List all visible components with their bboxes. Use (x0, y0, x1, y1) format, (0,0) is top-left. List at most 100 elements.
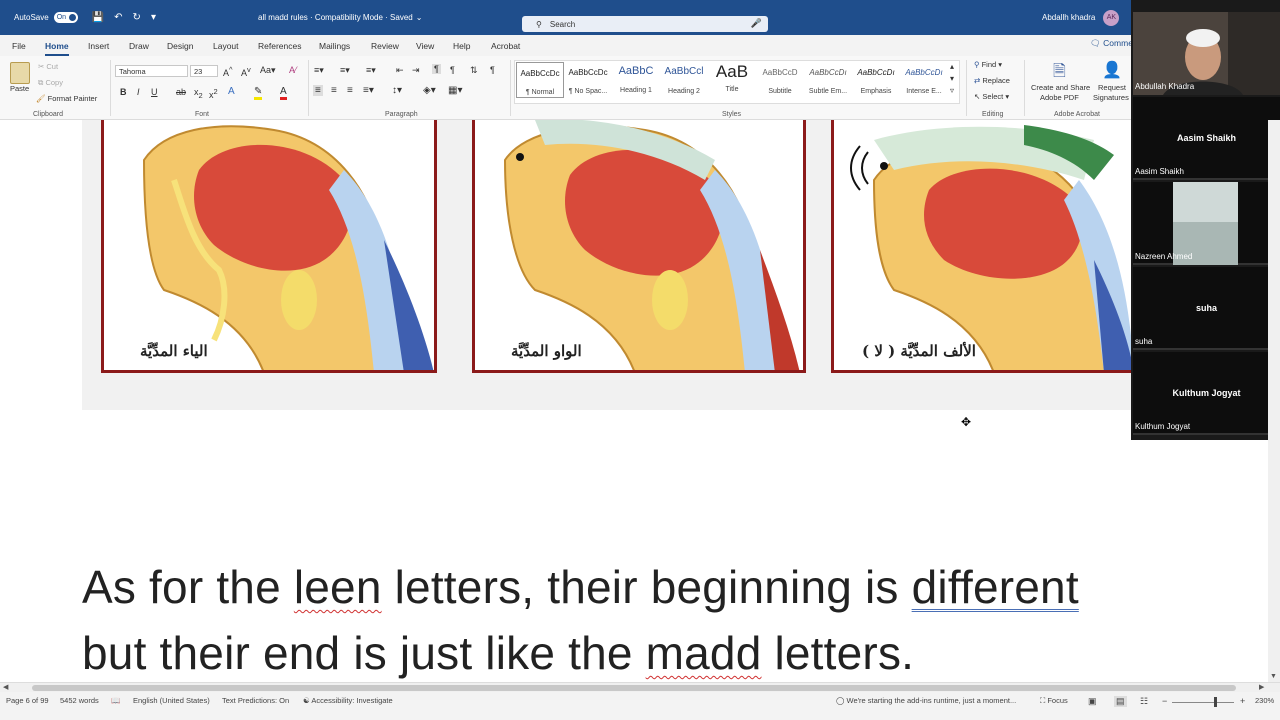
tab-view[interactable]: View (416, 41, 434, 51)
document-title[interactable]: all madd rules · Compatibility Mode · Sa… (258, 0, 422, 35)
change-case-icon[interactable]: Aa▾ (260, 65, 276, 76)
zoom-level[interactable]: 230% (1255, 696, 1274, 705)
style-intense-emphasis[interactable]: AaBbCcDı Intense E... (900, 62, 948, 98)
styles-scroll-up-icon[interactable]: ▴ (950, 62, 954, 71)
document-canvas[interactable]: الياء المدِّيَّة الواو المدِّيَّة الألف (0, 120, 1131, 682)
underline-icon[interactable]: U (151, 87, 158, 97)
bold-icon[interactable]: B (120, 87, 127, 97)
cut-button[interactable]: ✂ Cut (38, 62, 58, 71)
sort-icon[interactable]: ⇅ (470, 65, 478, 76)
styles-scroll-down-icon[interactable]: ▾ (950, 74, 954, 83)
signatures-label[interactable]: Signatures (1093, 93, 1129, 102)
autosave-control[interactable]: AutoSave On (14, 12, 78, 23)
style-subtitle[interactable]: AaBbCcD Subtitle (756, 62, 804, 98)
comments-button[interactable]: 🗨 Comme (1090, 38, 1133, 49)
scroll-left-icon[interactable]: ◀ (3, 683, 8, 691)
tab-insert[interactable]: Insert (88, 41, 109, 51)
tab-mailings[interactable]: Mailings (319, 41, 350, 51)
adobe-pdf-label[interactable]: Adobe PDF (1040, 93, 1079, 102)
font-name-select[interactable]: Tahoma (115, 65, 188, 77)
tab-references[interactable]: References (258, 41, 301, 51)
horizontal-scroll-thumb[interactable] (32, 685, 1236, 691)
style-normal[interactable]: AaBbCcDc ¶ Normal (516, 62, 564, 98)
font-color-icon[interactable]: A (280, 86, 287, 100)
create-share-label[interactable]: Create and Share (1031, 83, 1090, 92)
ltr-icon[interactable]: ¶ (432, 64, 441, 74)
autosave-toggle[interactable]: On (53, 12, 78, 23)
format-painter-button[interactable]: 🖌 Format Painter (36, 94, 97, 103)
request-label[interactable]: Request (1098, 83, 1126, 92)
redo-icon[interactable]: ↻ (133, 12, 141, 23)
copy-button[interactable]: ⧉ Copy (38, 78, 63, 88)
clear-formatting-icon[interactable]: A⁄ (289, 65, 297, 75)
participant-tile[interactable]: Kulthum Jogyat Kulthum Jogyat (1133, 352, 1280, 435)
focus-button[interactable]: ⛶ Focus (1040, 696, 1068, 706)
language[interactable]: English (United States) (133, 696, 210, 705)
word-count[interactable]: 5452 words (60, 696, 99, 705)
participant-tile[interactable]: suha suha (1133, 267, 1280, 350)
multilevel-list-icon[interactable]: ≡▾ (366, 65, 376, 76)
tab-home[interactable]: Home (45, 41, 69, 56)
web-layout-icon[interactable]: ☷ (1140, 696, 1148, 707)
strikethrough-icon[interactable]: ab (176, 87, 186, 97)
style-no-spacing[interactable]: AaBbCcDc ¶ No Spac... (564, 62, 612, 98)
style-subtle-emphasis[interactable]: AaBbCcDı Subtle Em... (804, 62, 852, 98)
zoom-slider[interactable] (1172, 702, 1234, 703)
align-right-icon[interactable]: ≡ (347, 85, 353, 96)
avatar[interactable]: AK (1103, 9, 1120, 26)
user-area[interactable]: Abdallh khadra AK (1042, 0, 1120, 35)
styles-more-icon[interactable]: ▿ (950, 86, 954, 95)
participant-tile-video[interactable]: Abdullah Khadra (1133, 12, 1280, 95)
font-size-select[interactable]: 23 (190, 65, 218, 77)
page-count[interactable]: Page 6 of 99 (6, 696, 49, 705)
line-spacing-icon[interactable]: ↕▾ (392, 85, 402, 96)
tab-acrobat[interactable]: Acrobat (491, 41, 520, 51)
find-button[interactable]: ⚲ Find ▾ (974, 60, 1002, 69)
print-layout-icon[interactable]: ▤ (1114, 696, 1127, 707)
tab-layout[interactable]: Layout (213, 41, 239, 51)
participant-tile[interactable]: Aasim Shaikh Aasim Shaikh (1133, 97, 1280, 180)
read-mode-icon[interactable]: ▣ (1088, 696, 1097, 707)
paste-button[interactable]: Paste (10, 84, 29, 93)
highlight-icon[interactable]: ✎ (254, 86, 263, 100)
style-heading-2[interactable]: AaBbCcl Heading 2 (660, 62, 708, 98)
paste-icon[interactable] (10, 62, 30, 84)
horizontal-scrollbar[interactable]: ◀ ▶ (0, 682, 1280, 692)
zoom-in-icon[interactable]: + (1240, 696, 1245, 706)
text-predictions[interactable]: Text Predictions: On (222, 696, 289, 705)
superscript-icon[interactable]: x2 (209, 87, 218, 100)
subscript-icon[interactable]: x2 (194, 87, 203, 100)
rtl-icon[interactable]: ¶ (450, 65, 455, 75)
style-heading-1[interactable]: AaBbC Heading 1 (612, 62, 660, 98)
tab-file[interactable]: File (12, 41, 26, 51)
show-marks-icon[interactable]: ¶ (490, 65, 495, 75)
save-icon[interactable]: 💾 (92, 12, 104, 23)
proofing-icon[interactable]: 📖 (111, 696, 120, 705)
numbering-icon[interactable]: ≡▾ (340, 65, 350, 76)
align-left-icon[interactable]: ≡ (313, 85, 323, 96)
accessibility-status[interactable]: ☯ Accessibility: Investigate (303, 696, 393, 705)
zoom-slider-thumb[interactable] (1214, 697, 1217, 707)
replace-button[interactable]: ⇄ Replace (974, 76, 1010, 85)
scroll-down-icon[interactable]: ▼ (1270, 673, 1277, 680)
request-signatures-icon[interactable]: 👤 (1102, 60, 1122, 80)
tab-design[interactable]: Design (167, 41, 193, 51)
tab-draw[interactable]: Draw (129, 41, 149, 51)
microphone-icon[interactable]: 🎤 (751, 18, 762, 29)
customize-quick-access-icon[interactable]: ▾ (151, 12, 156, 23)
search-box[interactable]: ⚲ Search 🎤 (522, 16, 768, 32)
zoom-out-icon[interactable]: − (1162, 696, 1167, 706)
undo-icon[interactable]: ↶ (114, 12, 122, 23)
style-title[interactable]: AaB Title (708, 62, 756, 98)
scroll-right-icon[interactable]: ▶ (1259, 683, 1264, 691)
text-effects-icon[interactable]: A (228, 86, 235, 97)
justify-icon[interactable]: ≡▾ (363, 85, 374, 96)
shrink-font-icon[interactable]: Av (241, 65, 251, 78)
italic-icon[interactable]: I (137, 87, 140, 97)
vertical-scrollbar[interactable]: ▼ (1268, 120, 1280, 682)
borders-icon[interactable]: ▦▾ (448, 85, 462, 96)
decrease-indent-icon[interactable]: ⇤ (396, 65, 404, 76)
increase-indent-icon[interactable]: ⇥ (412, 65, 420, 76)
participant-tile-video[interactable]: Nazreen Ahmed (1133, 182, 1280, 265)
tab-help[interactable]: Help (453, 41, 470, 51)
